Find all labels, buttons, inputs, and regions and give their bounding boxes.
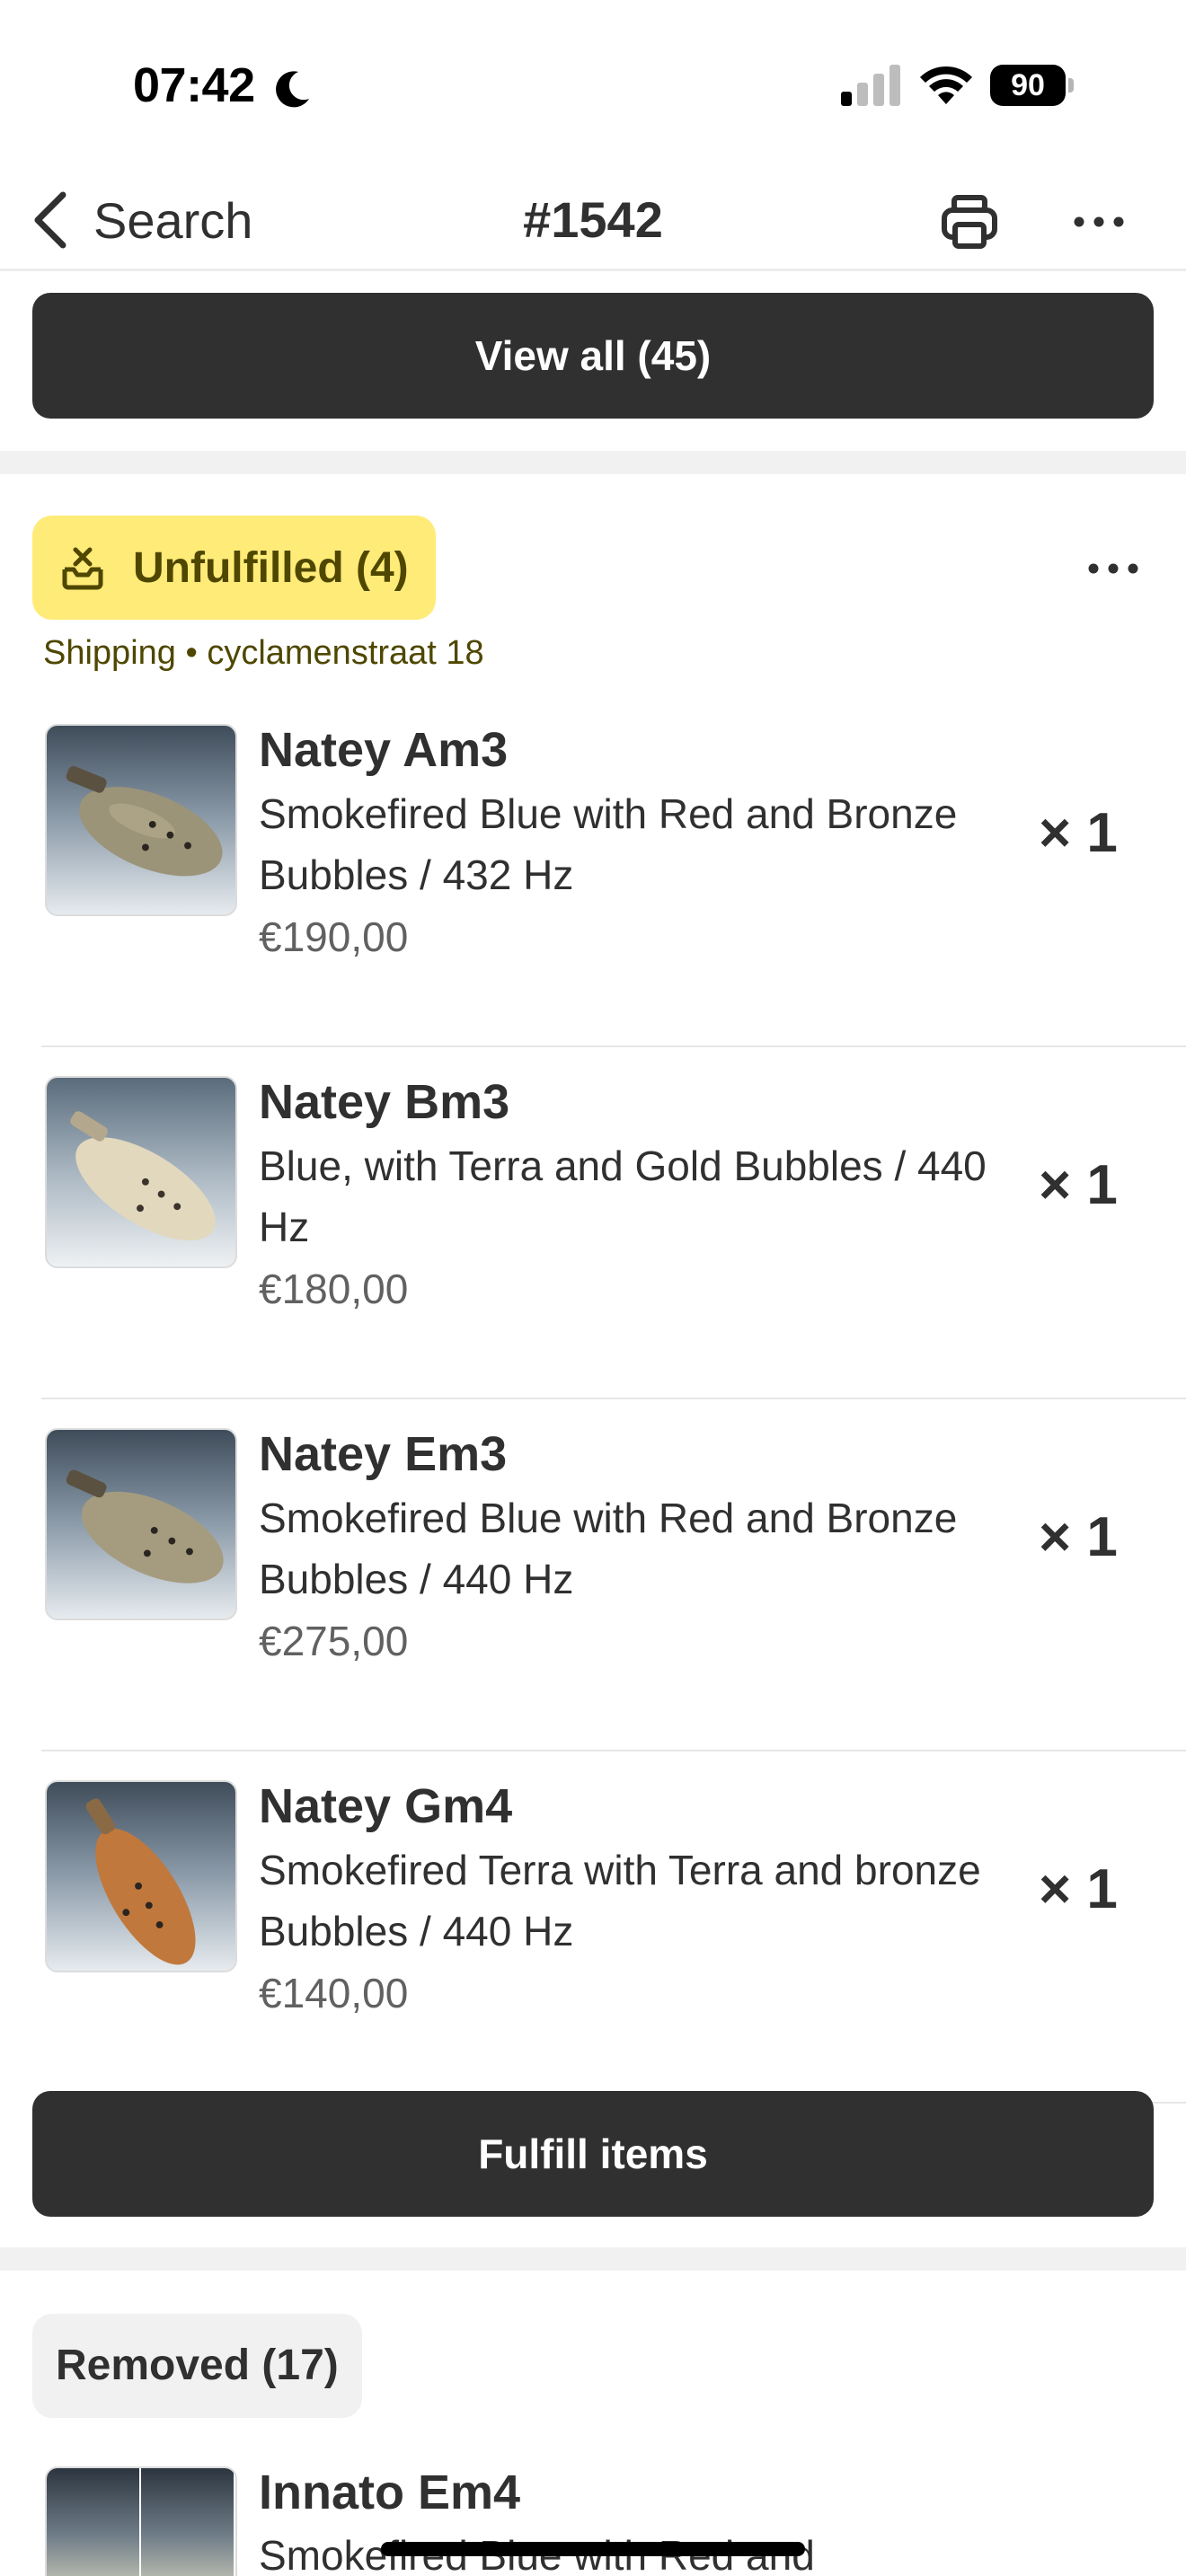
fulfill-items-button[interactable]: Fulfill items — [32, 2091, 1154, 2217]
product-price: €180,00 — [259, 1266, 409, 1312]
product-image — [45, 2466, 237, 2576]
product-name: Natey Gm4 — [259, 1779, 513, 1833]
product-quantity: × 1 — [1039, 1506, 1118, 1568]
battery-level: 90 — [990, 65, 1066, 106]
wifi-icon — [920, 66, 972, 104]
status-bar: 07:42 90 — [0, 0, 1186, 171]
product-price: €190,00 — [259, 913, 409, 960]
product-image — [45, 1076, 237, 1268]
product-price: €275,00 — [259, 1618, 409, 1664]
product-image — [45, 1780, 237, 1972]
product-name: Natey Em3 — [259, 1427, 508, 1481]
product-name: Innato Em4 — [259, 2466, 521, 2519]
status-time: 07:42 — [133, 58, 255, 112]
unfulfilled-badge-label: Unfulfilled (4) — [133, 543, 409, 592]
home-indicator — [381, 2542, 805, 2556]
view-all-button[interactable]: View all (45) — [32, 293, 1154, 419]
line-item[interactable]: Natey Bm3 Blue, with Terra and Gold Bubb… — [41, 1047, 1186, 1399]
line-item[interactable]: Natey Gm4 Smokefired Terra with Terra an… — [41, 1751, 1186, 2104]
section-divider — [0, 2247, 1186, 2271]
back-button[interactable]: Search — [31, 171, 252, 269]
shipping-address: Shipping • cyclamenstraat 18 — [43, 634, 484, 672]
product-variant: Smokefired Blue with Red and Bronze Bubb… — [259, 1495, 958, 1602]
back-label: Search — [93, 191, 253, 249]
product-variant: Smokefired Blue with Red and Bronze Bubb… — [259, 790, 958, 898]
product-quantity: × 1 — [1039, 1858, 1118, 1920]
printer-icon[interactable] — [940, 192, 999, 251]
product-quantity: × 1 — [1039, 802, 1118, 864]
line-item[interactable]: Natey Am3 Smokefired Blue with Red and B… — [41, 695, 1186, 1047]
navigation-bar: #1542 Search — [0, 171, 1186, 271]
unfulfilled-badge: Unfulfilled (4) — [32, 516, 436, 620]
product-name: Natey Bm3 — [259, 1075, 510, 1129]
product-image — [45, 724, 237, 916]
unfulfilled-icon — [62, 547, 103, 590]
cellular-signal-icon — [841, 65, 900, 106]
product-name: Natey Am3 — [259, 723, 509, 777]
section-divider — [0, 451, 1186, 474]
product-variant: Blue, with Terra and Gold Bubbles / 440 … — [259, 1142, 987, 1250]
product-image — [45, 1428, 237, 1620]
product-quantity: × 1 — [1039, 1154, 1118, 1216]
moon-icon — [276, 71, 309, 108]
product-variant: Smokefired Terra with Terra and bronze B… — [259, 1847, 981, 1954]
product-price: €140,00 — [259, 1970, 409, 2016]
removed-badge: Removed (17) — [32, 2314, 362, 2418]
chevron-left-icon — [34, 191, 66, 249]
more-horizontal-icon[interactable] — [1069, 192, 1128, 251]
line-item[interactable]: Natey Em3 Smokefired Blue with Red and B… — [41, 1399, 1186, 1751]
battery-icon: 90 — [990, 65, 1075, 106]
more-horizontal-icon[interactable] — [1084, 539, 1143, 598]
